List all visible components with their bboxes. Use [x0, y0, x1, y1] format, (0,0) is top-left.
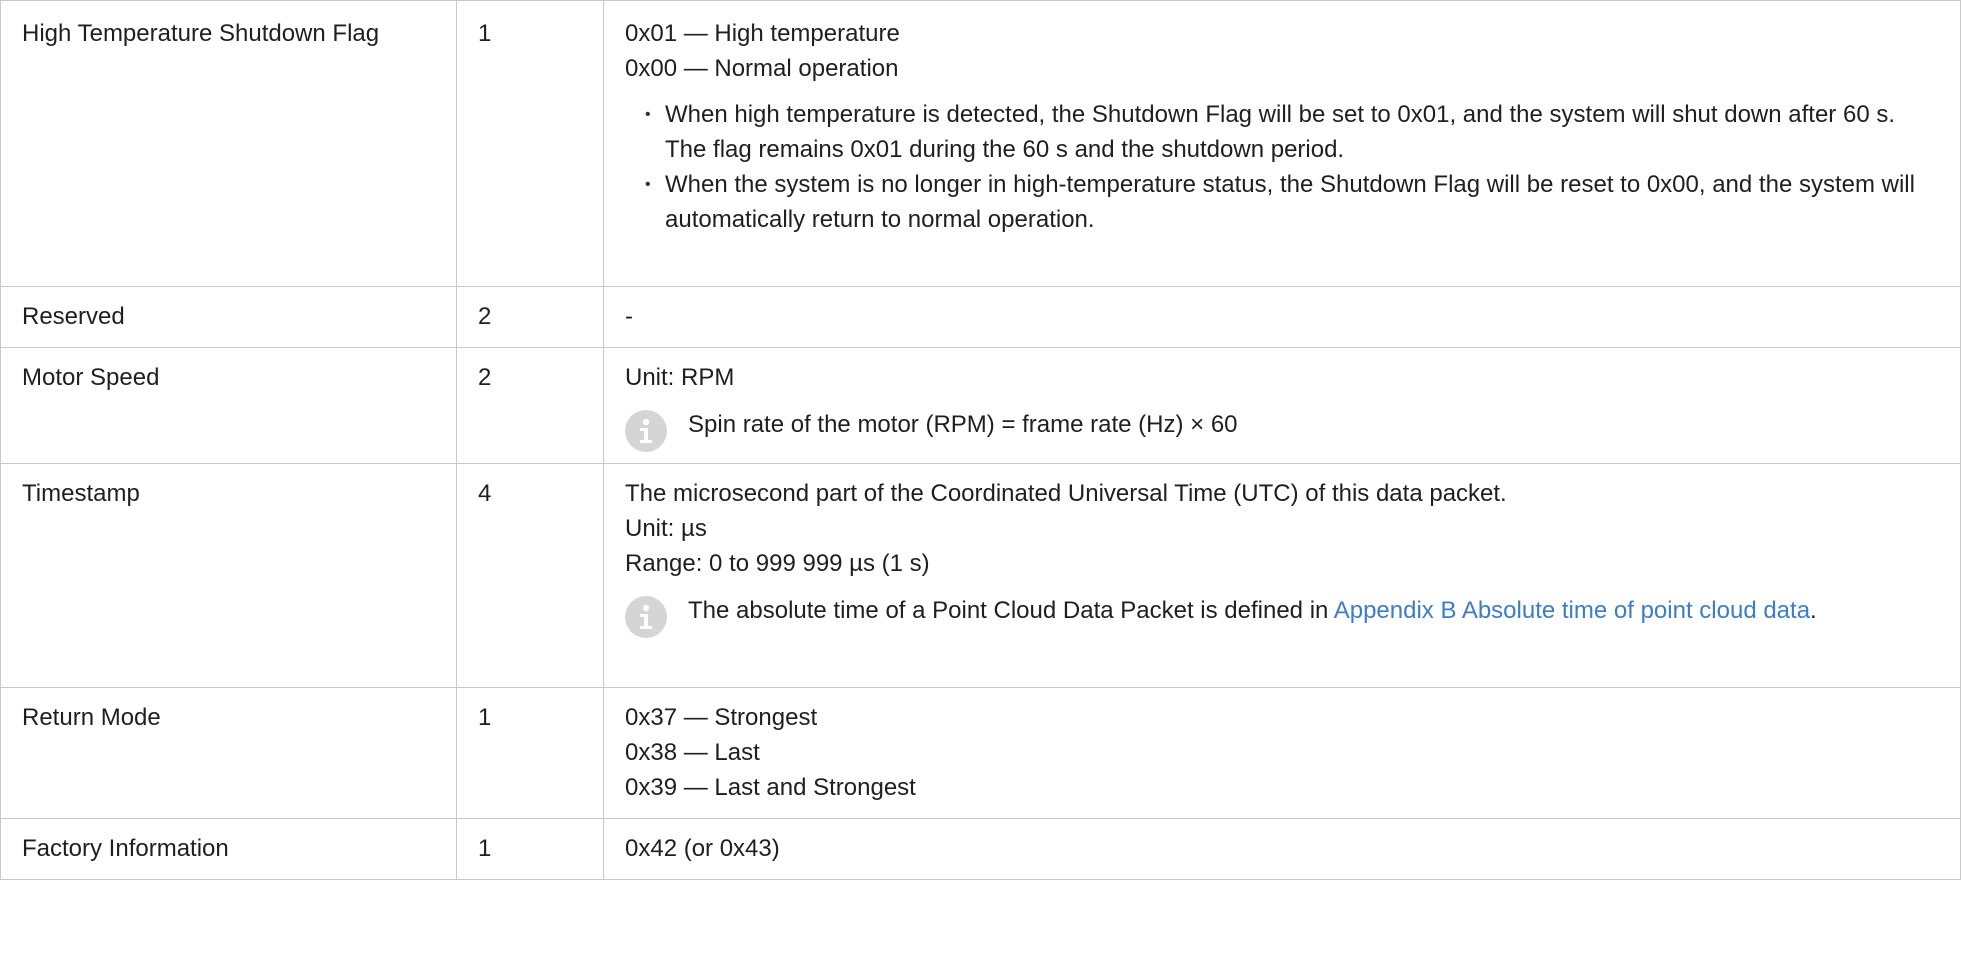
field-name-cell: Factory Information — [0, 818, 457, 880]
value-line: 0x38 — Last — [625, 739, 760, 766]
table-row: Motor Speed 2 Unit: RPM Spin rate of the… — [0, 347, 1961, 464]
table-row: Return Mode 1 0x37 — Strongest 0x38 — La… — [0, 687, 1961, 819]
appendix-b-link[interactable]: Appendix B Absolute time of point cloud … — [1334, 597, 1810, 624]
byte-count: 1 — [478, 835, 492, 862]
value-line: - — [625, 303, 633, 330]
table-row: Timestamp 4 The microsecond part of the … — [0, 463, 1961, 688]
value-line: Unit: µs — [625, 515, 707, 542]
value-line: 0x00 — Normal operation — [625, 55, 899, 82]
bullet-item: When the system is no longer in high-tem… — [645, 167, 1939, 237]
byte-count: 2 — [478, 364, 492, 391]
note-text: The absolute time of a Point Cloud Data … — [688, 593, 1939, 628]
value-line: 0x42 (or 0x43) — [625, 835, 780, 862]
byte-count: 1 — [478, 704, 492, 731]
spec-table: High Temperature Shutdown Flag 1 0x01 — … — [0, 0, 1961, 880]
info-icon — [625, 596, 667, 638]
field-name-cell: Return Mode — [0, 687, 457, 819]
byte-count-cell: 1 — [456, 0, 604, 287]
field-name: High Temperature Shutdown Flag — [22, 20, 380, 47]
description-cell: 0x42 (or 0x43) — [603, 818, 1961, 880]
byte-count-cell: 4 — [456, 463, 604, 688]
byte-count-cell: 2 — [456, 347, 604, 464]
field-name: Timestamp — [22, 480, 140, 507]
info-note: The absolute time of a Point Cloud Data … — [625, 593, 1939, 638]
value-line: 0x01 — High temperature — [625, 20, 900, 47]
field-name: Factory Information — [22, 835, 229, 862]
table-row: Factory Information 1 0x42 (or 0x43) — [0, 818, 1961, 880]
byte-count: 2 — [478, 303, 492, 330]
table-row: Reserved 2 - — [0, 286, 1961, 348]
info-icon — [625, 410, 667, 452]
note-text: Spin rate of the motor (RPM) = frame rat… — [688, 411, 1238, 438]
field-name-cell: High Temperature Shutdown Flag — [0, 0, 457, 287]
byte-count: 4 — [478, 480, 492, 507]
description-cell: Unit: RPM Spin rate of the motor (RPM) =… — [603, 347, 1961, 464]
value-line: Unit: RPM — [625, 364, 735, 391]
value-line: 0x37 — Strongest — [625, 704, 818, 731]
description-cell: 0x37 — Strongest 0x38 — Last 0x39 — Last… — [603, 687, 1961, 819]
field-name: Reserved — [22, 303, 125, 330]
description-cell: The microsecond part of the Coordinated … — [603, 463, 1961, 688]
field-name-cell: Reserved — [0, 286, 457, 348]
info-note: Spin rate of the motor (RPM) = frame rat… — [625, 407, 1939, 452]
byte-count-cell: 1 — [456, 818, 604, 880]
description-cell: 0x01 — High temperature 0x00 — Normal op… — [603, 0, 1961, 287]
field-name: Motor Speed — [22, 364, 160, 391]
field-name: Return Mode — [22, 704, 161, 731]
byte-count: 1 — [478, 20, 492, 47]
bullet-list: When high temperature is detected, the S… — [625, 97, 1939, 237]
note-prefix: The absolute time of a Point Cloud Data … — [688, 597, 1334, 624]
field-name-cell: Timestamp — [0, 463, 457, 688]
byte-count-cell: 1 — [456, 687, 604, 819]
value-line: The microsecond part of the Coordinated … — [625, 480, 1507, 507]
field-name-cell: Motor Speed — [0, 347, 457, 464]
value-line: 0x39 — Last and Strongest — [625, 774, 916, 801]
bullet-item: When high temperature is detected, the S… — [645, 97, 1939, 167]
note-suffix: . — [1810, 597, 1817, 624]
value-line: Range: 0 to 999 999 µs (1 s) — [625, 550, 930, 577]
table-row: High Temperature Shutdown Flag 1 0x01 — … — [0, 0, 1961, 287]
description-cell: - — [603, 286, 1961, 348]
byte-count-cell: 2 — [456, 286, 604, 348]
